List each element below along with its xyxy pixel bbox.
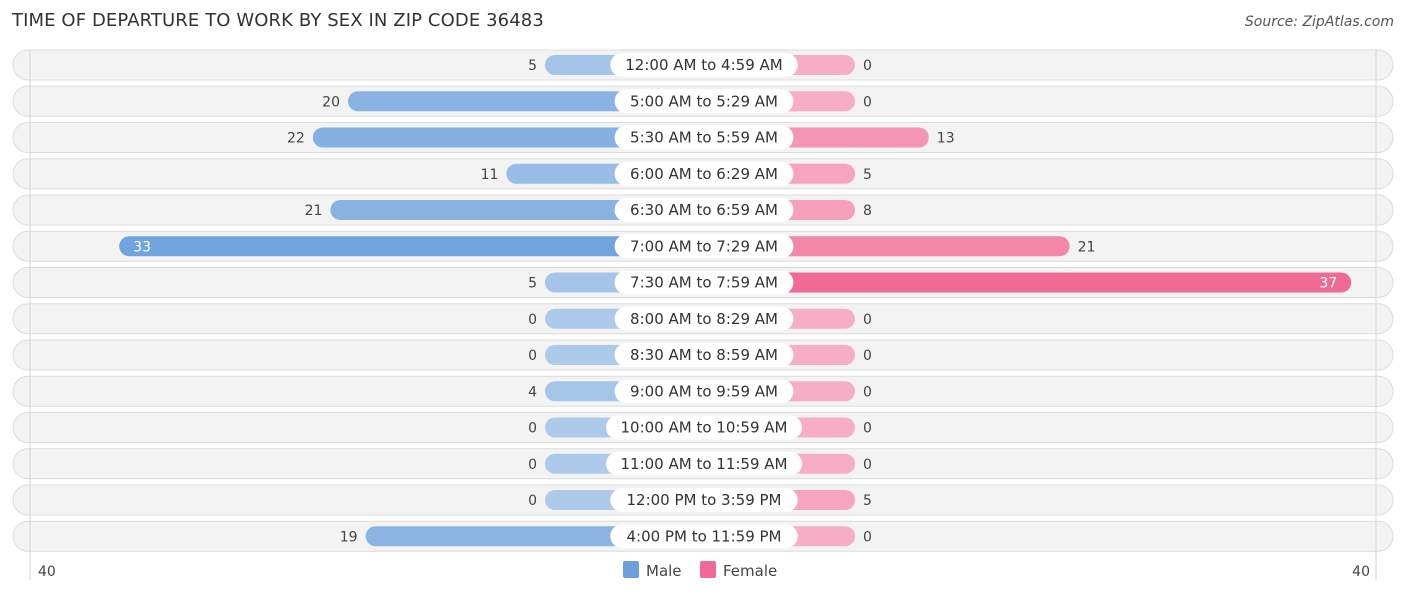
category-label: 6:00 AM to 6:29 AM [630, 165, 778, 183]
chart-row: 12:00 AM to 4:59 AM 5 0 [12, 49, 1394, 81]
value-label-male: 0 [528, 421, 537, 437]
bar-male[interactable] [119, 236, 700, 257]
value-label-male: 0 [528, 493, 537, 509]
category-label: 8:00 AM to 8:29 AM [630, 310, 778, 328]
value-label-female: 0 [863, 58, 872, 74]
chart-row: 8:30 AM to 8:59 AM 0 0 [12, 339, 1394, 371]
category-label: 12:00 PM to 3:59 PM [626, 491, 781, 509]
axis-label-right: 40 [1352, 564, 1370, 580]
legend-label-female: Female [723, 562, 777, 580]
category-label: 12:00 AM to 4:59 AM [625, 56, 782, 74]
chart-row: 9:00 AM to 9:59 AM 4 0 [12, 375, 1394, 407]
chart-row: 6:00 AM to 6:29 AM 11 5 [12, 158, 1394, 190]
value-label-female: 13 [937, 131, 955, 147]
value-label-female: 0 [863, 457, 872, 473]
value-label-female: 0 [863, 421, 872, 437]
value-label-female: 0 [863, 312, 872, 328]
category-label: 10:00 AM to 10:59 AM [621, 419, 788, 437]
bar-female[interactable] [700, 272, 1352, 293]
chart-row: 5:30 AM to 5:59 AM 22 13 [12, 122, 1394, 153]
value-label-male: 22 [287, 131, 305, 147]
chart-canvas: 12:00 AM to 4:59 AM 5 0 5:00 AM to 5:29 AM 2… [12, 49, 1394, 580]
value-label-male: 19 [340, 529, 358, 545]
value-label-female: 5 [863, 493, 872, 509]
chart-row: 12:00 PM to 3:59 PM 0 5 [12, 484, 1394, 516]
value-label-female: 0 [863, 384, 872, 400]
chart-row: 5:00 AM to 5:29 AM 20 0 [12, 85, 1394, 117]
value-label-male: 21 [305, 203, 323, 219]
value-label-female: 8 [863, 203, 872, 219]
legend: Male Female [623, 561, 777, 580]
category-label: 4:00 PM to 11:59 PM [626, 527, 781, 545]
category-label: 7:00 AM to 7:29 AM [630, 237, 778, 255]
category-label: 9:00 AM to 9:59 AM [630, 382, 778, 400]
value-label-female: 0 [863, 529, 872, 545]
value-label-female: 0 [863, 94, 872, 110]
value-label-male: 4 [528, 384, 537, 400]
category-label: 11:00 AM to 11:59 AM [621, 455, 788, 473]
legend-swatch-male [623, 561, 639, 578]
category-label: 5:00 AM to 5:29 AM [630, 92, 778, 110]
category-label: 7:30 AM to 7:59 AM [630, 274, 778, 292]
value-label-male: 33 [133, 239, 151, 255]
value-label-female: 21 [1078, 239, 1096, 255]
value-label-male: 0 [528, 312, 537, 328]
category-label: 6:30 AM to 6:59 AM [630, 201, 778, 219]
chart-row: 7:30 AM to 7:59 AM 5 37 [12, 267, 1394, 298]
value-label-female: 0 [863, 348, 872, 364]
value-label-male: 11 [481, 167, 499, 183]
value-label-male: 0 [528, 457, 537, 473]
chart-rows: 12:00 AM to 4:59 AM 5 0 5:00 AM to 5:29 AM 2… [12, 49, 1394, 552]
value-label-male: 5 [528, 58, 537, 74]
category-label: 8:30 AM to 8:59 AM [630, 346, 778, 364]
category-label: 5:30 AM to 5:59 AM [630, 129, 778, 147]
value-label-female: 5 [863, 167, 872, 183]
value-label-male: 0 [528, 348, 537, 364]
chart-row: 4:00 PM to 11:59 PM 19 0 [12, 520, 1394, 552]
legend-swatch-female [700, 561, 716, 578]
chart-row: 8:00 AM to 8:29 AM 0 0 [12, 303, 1394, 335]
chart-row: 10:00 AM to 10:59 AM 0 0 [12, 412, 1394, 443]
value-label-male: 20 [322, 94, 340, 110]
value-label-female: 37 [1319, 276, 1337, 292]
chart-row: 6:30 AM to 6:59 AM 21 8 [12, 194, 1394, 226]
axis-label-left: 40 [38, 564, 56, 580]
value-label-male: 5 [528, 276, 537, 292]
chart-row: 7:00 AM to 7:29 AM 33 21 [12, 230, 1394, 262]
chart-row: 11:00 AM to 11:59 AM 0 0 [12, 448, 1394, 480]
legend-label-male: Male [646, 562, 682, 580]
